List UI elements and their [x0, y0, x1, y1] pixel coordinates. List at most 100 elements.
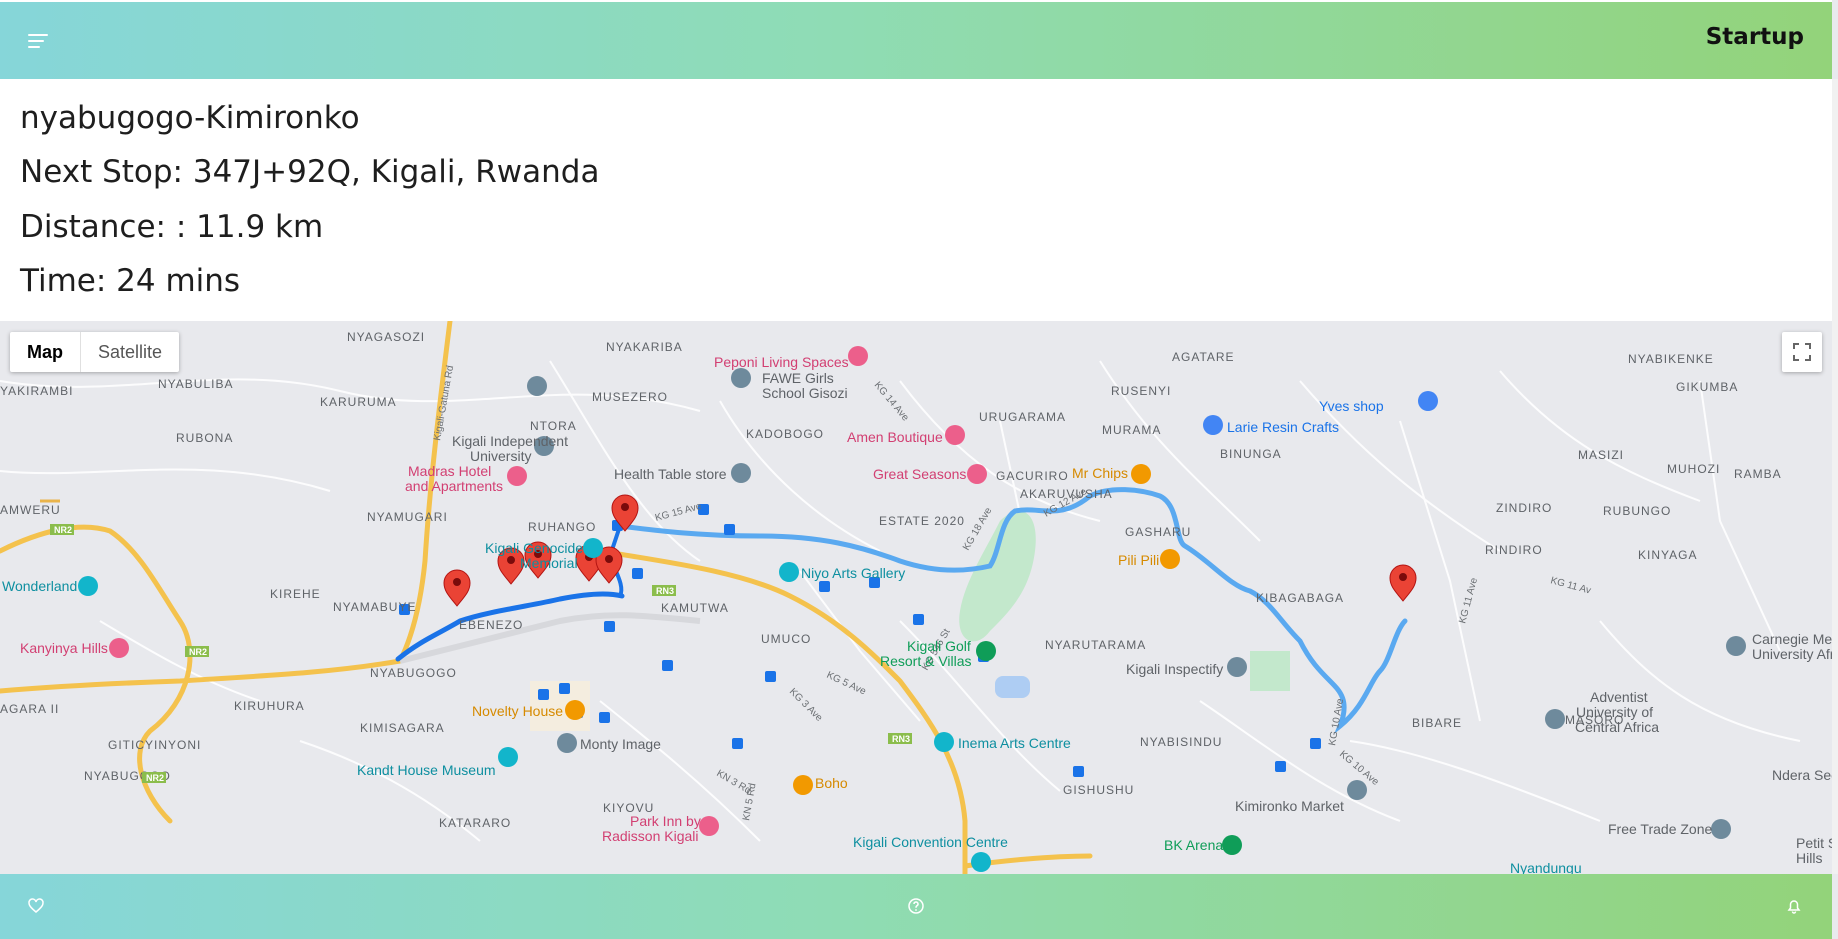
poi-label: Kandt House Museum [357, 762, 496, 778]
map-label: KINYAGA [1638, 548, 1697, 562]
map-label: NYAKARIBA [606, 340, 683, 354]
poi-label: Boho [815, 775, 848, 791]
poi-label: Yves shop [1319, 398, 1384, 414]
map-label: MUSEZERO [592, 390, 668, 404]
map-label: YAKIRAMBI [0, 384, 73, 398]
map-label: MURAMA [1102, 423, 1161, 437]
poi-label: Kigali Independent University [452, 433, 568, 464]
map-type-control: Map Satellite [10, 332, 180, 372]
poi-label: Larie Resin Crafts [1227, 419, 1339, 435]
poi-label: Kigali Golf Resort & Villas [880, 638, 972, 669]
map-label: URUGARAMA [979, 410, 1066, 424]
map-type-map-button[interactable]: Map [10, 332, 81, 372]
map-label: KIMISAGARA [360, 721, 445, 735]
map-label: KAMUTWA [661, 601, 729, 615]
map-label: ESTATE 2020 [879, 514, 965, 528]
map-label: NYAGASOZI [347, 330, 425, 344]
map-label: RUBUNGO [1603, 504, 1671, 518]
road-label: KG 11 Av [1549, 575, 1592, 596]
map-label: AGATARE [1172, 350, 1235, 364]
map-label: NYARUTARAMA [1045, 638, 1146, 652]
map-label: KADOBOGO [746, 427, 824, 441]
map-view[interactable]: NYAGASOZI NYAKARIBA AGATARE NYABIKENKE N… [0, 321, 1832, 874]
route-info-panel: nyabugogo-Kimironko Next Stop: 347J+92Q,… [0, 79, 1832, 321]
fullscreen-icon[interactable] [1782, 332, 1822, 372]
map-label: NYABISINDU [1140, 735, 1222, 749]
map-label: NTORA [530, 419, 577, 433]
map-label: NYABIKENKE [1628, 352, 1714, 366]
map-label: RINDIRO [1485, 543, 1543, 557]
highway-shield: RN3 [656, 586, 674, 596]
map-label: GITICYINYONI [108, 738, 201, 752]
route-time: Time: 24 mins [20, 263, 241, 299]
poi-label: Amen Boutique [847, 429, 943, 445]
map-label: KIREHE [270, 587, 321, 601]
poi-label: Park Inn by Radisson Kigali [602, 813, 701, 844]
poi-label: Madras Hotel and Apartments [405, 463, 503, 494]
map-label: NYABULIBA [158, 377, 233, 391]
poi-label: Ndera Sec [1772, 767, 1832, 783]
route-distance: Distance: : 11.9 km [20, 209, 324, 245]
map-label: RAMBA [1734, 467, 1782, 481]
poi-label: BK Arena [1164, 837, 1223, 853]
poi-label: Free Trade Zone [1608, 821, 1712, 837]
road-label: KG 3 Ave [787, 686, 825, 724]
next-stop: Next Stop: 347J+92Q, Kigali, Rwanda [20, 154, 600, 190]
highway-shield: NR2 [189, 647, 207, 657]
map-label: GASHARU [1125, 525, 1191, 539]
map-label: GACURIRO [996, 469, 1069, 483]
bell-icon[interactable] [1784, 896, 1804, 916]
map-label: RUBONA [176, 431, 233, 445]
route-name: nyabugogo-Kimironko [20, 100, 360, 136]
hamburger-menu-icon[interactable] [28, 34, 48, 50]
map-label: AGARA II [0, 702, 59, 716]
highway-shield: RN3 [892, 734, 910, 744]
road-label: KG 15 Ave [654, 501, 703, 524]
poi-label: Pili Pili [1118, 552, 1159, 568]
map-label: AMWERU [0, 503, 61, 517]
map-label: EBENEZO [459, 618, 523, 632]
map-label: BIBARE [1412, 716, 1462, 730]
app-header: Startup [0, 0, 1832, 79]
poi-label: Mr Chips [1072, 465, 1128, 481]
poi-label: Nyandungu [1510, 860, 1582, 874]
map-label: BINUNGA [1220, 447, 1282, 461]
road-label: Kigali-Gatuna Rd [432, 365, 456, 442]
map-type-satellite-button[interactable]: Satellite [81, 332, 179, 372]
map-label: RUHANGO [528, 520, 596, 534]
poi-label: Novelty House [472, 703, 563, 719]
road-label: KG 11 Ave [1457, 576, 1480, 625]
page-scrollbar[interactable] [1832, 79, 1838, 874]
map-label: GISHUSHU [1063, 783, 1134, 797]
map-label: ZINDIRO [1496, 501, 1552, 515]
poi-label: Kigali Convention Centre [853, 834, 1008, 850]
poi-label: FAWE Girls School Gisozi [762, 370, 848, 401]
poi-label: Carnegie Mel University Afr [1752, 631, 1832, 662]
road-label: KG 5 Ave [825, 670, 868, 698]
map-label: KIBAGABAGA [1256, 591, 1344, 605]
help-icon[interactable] [906, 896, 926, 916]
poi-label: Inema Arts Centre [958, 735, 1071, 751]
bottom-nav [0, 874, 1832, 939]
map-label: RUSENYI [1111, 384, 1171, 398]
map-label: MASIZI [1578, 448, 1624, 462]
map-label: KIRUHURA [234, 699, 305, 713]
poi-label: Wonderland [2, 578, 77, 594]
map-label: NYAMUGARI [367, 510, 448, 524]
poi-label: Kigali Inspectify [1126, 661, 1223, 677]
poi-label: Health Table store [614, 466, 727, 482]
app-brand[interactable]: Startup [1706, 24, 1804, 50]
poi-label: Peponi Living Spaces [714, 354, 849, 370]
poi-label: Kanyinya Hills [20, 640, 108, 656]
map-label: NYABUGOGO [370, 666, 457, 680]
poi-label: Great Seasons [873, 466, 966, 482]
map-label: UMUCO [761, 632, 811, 646]
highway-shield: NR2 [54, 525, 72, 535]
highway-shield: NR2 [146, 773, 164, 783]
map-label: KARURUMA [320, 395, 397, 409]
map-label: MUHOZI [1667, 462, 1720, 476]
poi-label: Adventist University of Central Africa [1575, 689, 1659, 735]
poi-label: Niyo Arts Gallery [801, 565, 905, 581]
heart-icon[interactable] [26, 896, 46, 916]
poi-label: Petit SeHills [1796, 835, 1832, 866]
